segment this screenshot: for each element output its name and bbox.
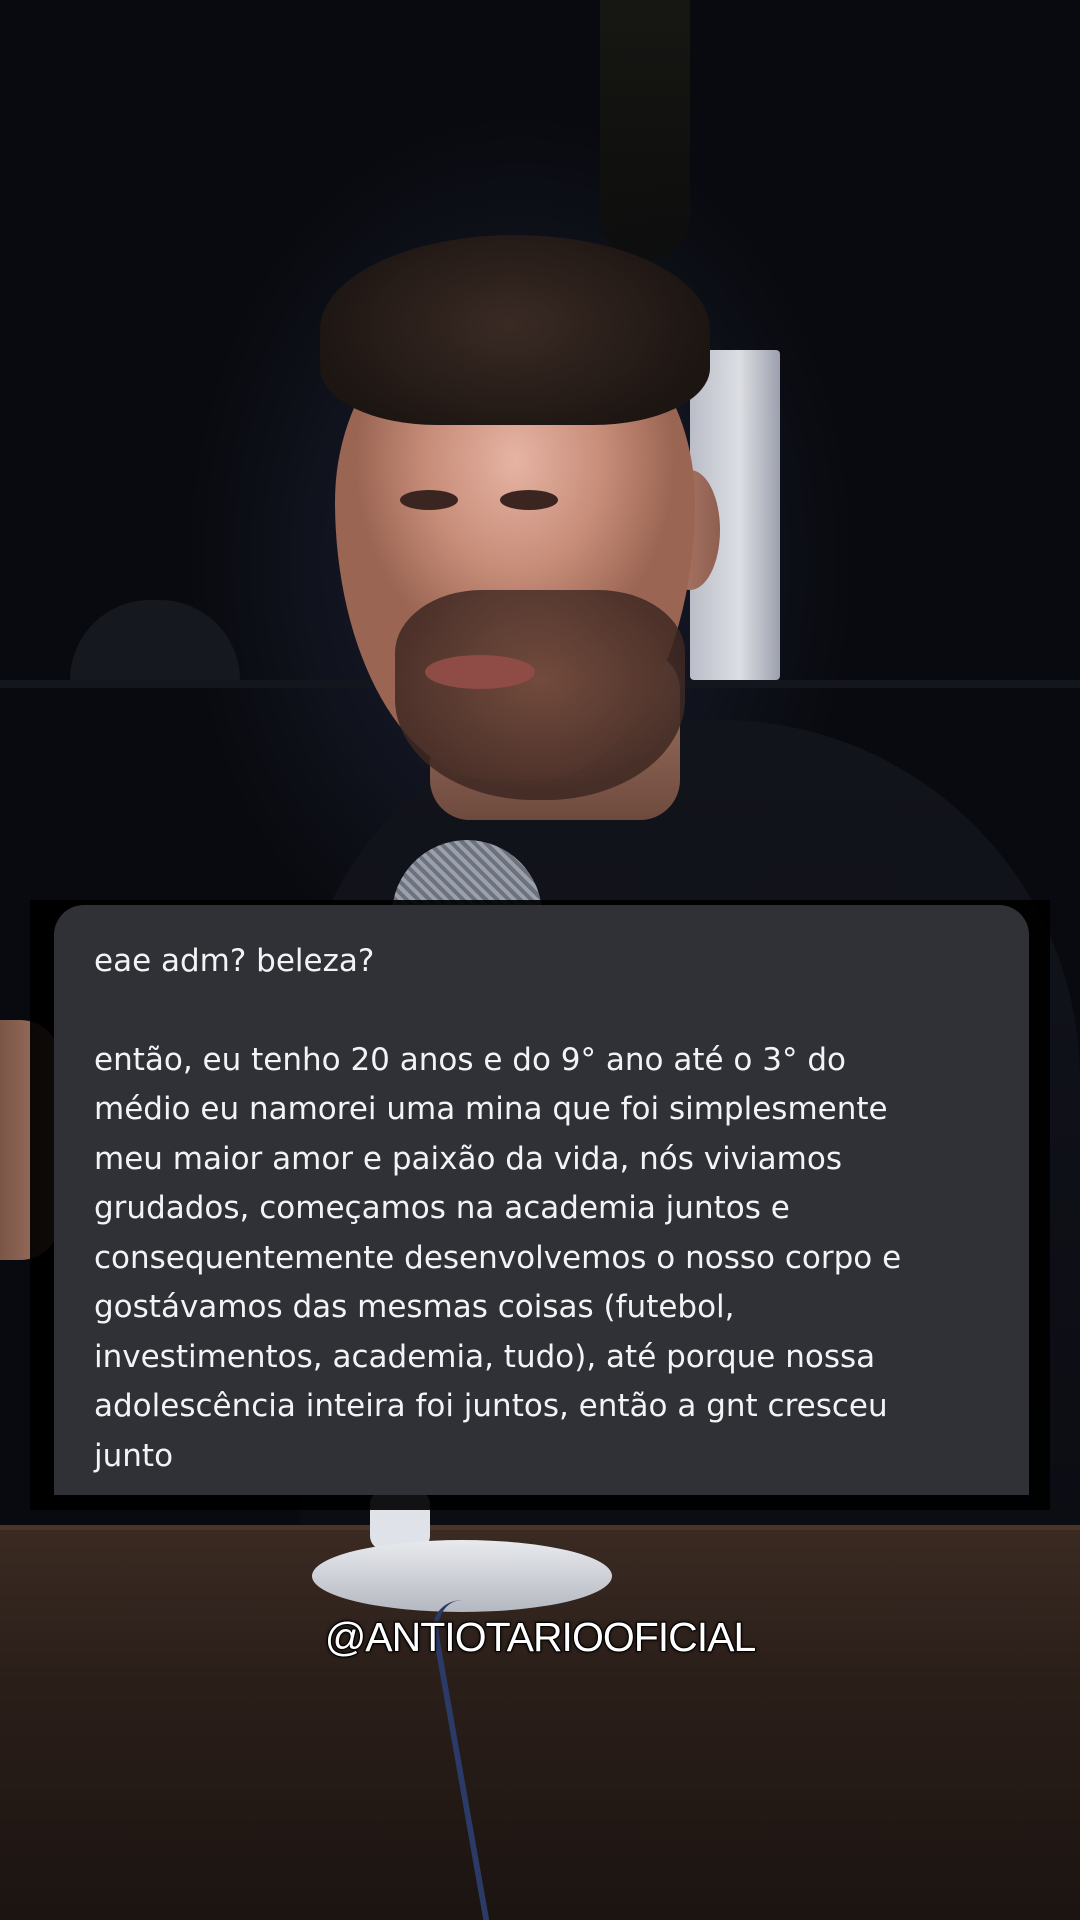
- person-mouth: [425, 655, 535, 689]
- message-line: meu maior amor e paixão da vida, nós viv…: [94, 1140, 842, 1177]
- message-body: então, eu tenho 20 anos e do 9° ano até …: [94, 1036, 989, 1482]
- message-line: consequentemente desenvolvemos o nosso c…: [94, 1239, 902, 1276]
- watermark-handle: @ANTIOTARIOOFICIAL: [324, 1613, 758, 1661]
- background-plant: [600, 0, 690, 260]
- person-eye-right: [500, 490, 558, 510]
- message-card: eae adm? beleza? então, eu tenho 20 anos…: [54, 905, 1029, 1495]
- message-line: grudados, começamos na academia juntos e: [94, 1190, 790, 1226]
- message-greeting: eae adm? beleza?: [94, 943, 375, 979]
- person-hair: [320, 235, 710, 425]
- person-beard: [395, 590, 685, 800]
- message-line: médio eu namorei uma mina que foi simple…: [94, 1091, 888, 1127]
- message-line: investimentos, academia, tudo), até porq…: [94, 1338, 876, 1375]
- message-line: então, eu tenho 20 anos e do 9° ano até …: [94, 1041, 846, 1078]
- message-line: junto: [94, 1437, 174, 1474]
- message-line: adolescência inteira foi juntos, então a…: [94, 1388, 888, 1424]
- background-lamp: [70, 600, 240, 680]
- person-eye-left: [400, 490, 458, 510]
- video-frame: eae adm? beleza? então, eu tenho 20 anos…: [0, 0, 1080, 1920]
- message-line: gostávamos das mesmas coisas (futebol,: [94, 1289, 735, 1325]
